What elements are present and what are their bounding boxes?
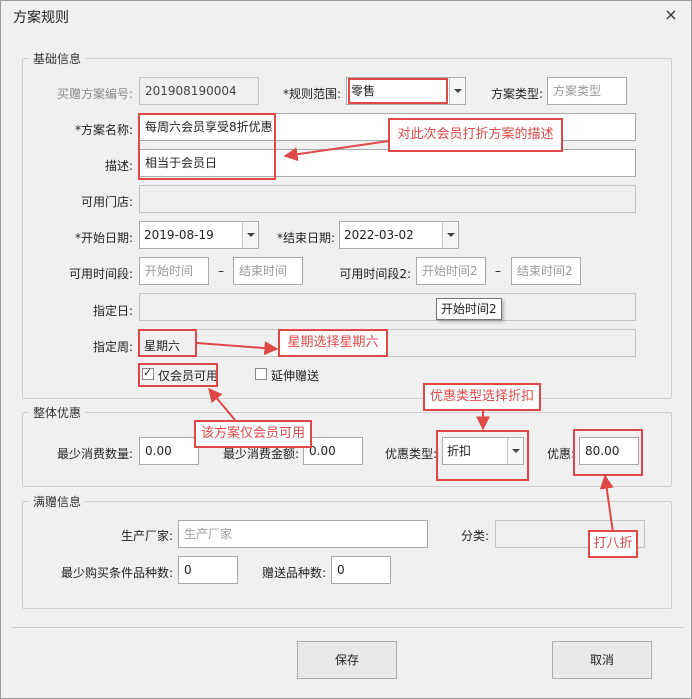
type-annotation: 优惠类型选择折扣 — [423, 383, 541, 411]
value-annotation: 打八折 — [588, 530, 638, 558]
desc-annotation: 对此次会员打折方案的描述 — [388, 118, 563, 152]
week-annotation: 星期选择星期六 — [278, 329, 388, 357]
desc-arrow — [283, 140, 390, 162]
member-annotation: 该方案仅会员可用 — [194, 420, 312, 448]
week-arrow — [196, 341, 279, 356]
value-arrow — [599, 474, 614, 534]
member-arrow — [208, 387, 236, 421]
